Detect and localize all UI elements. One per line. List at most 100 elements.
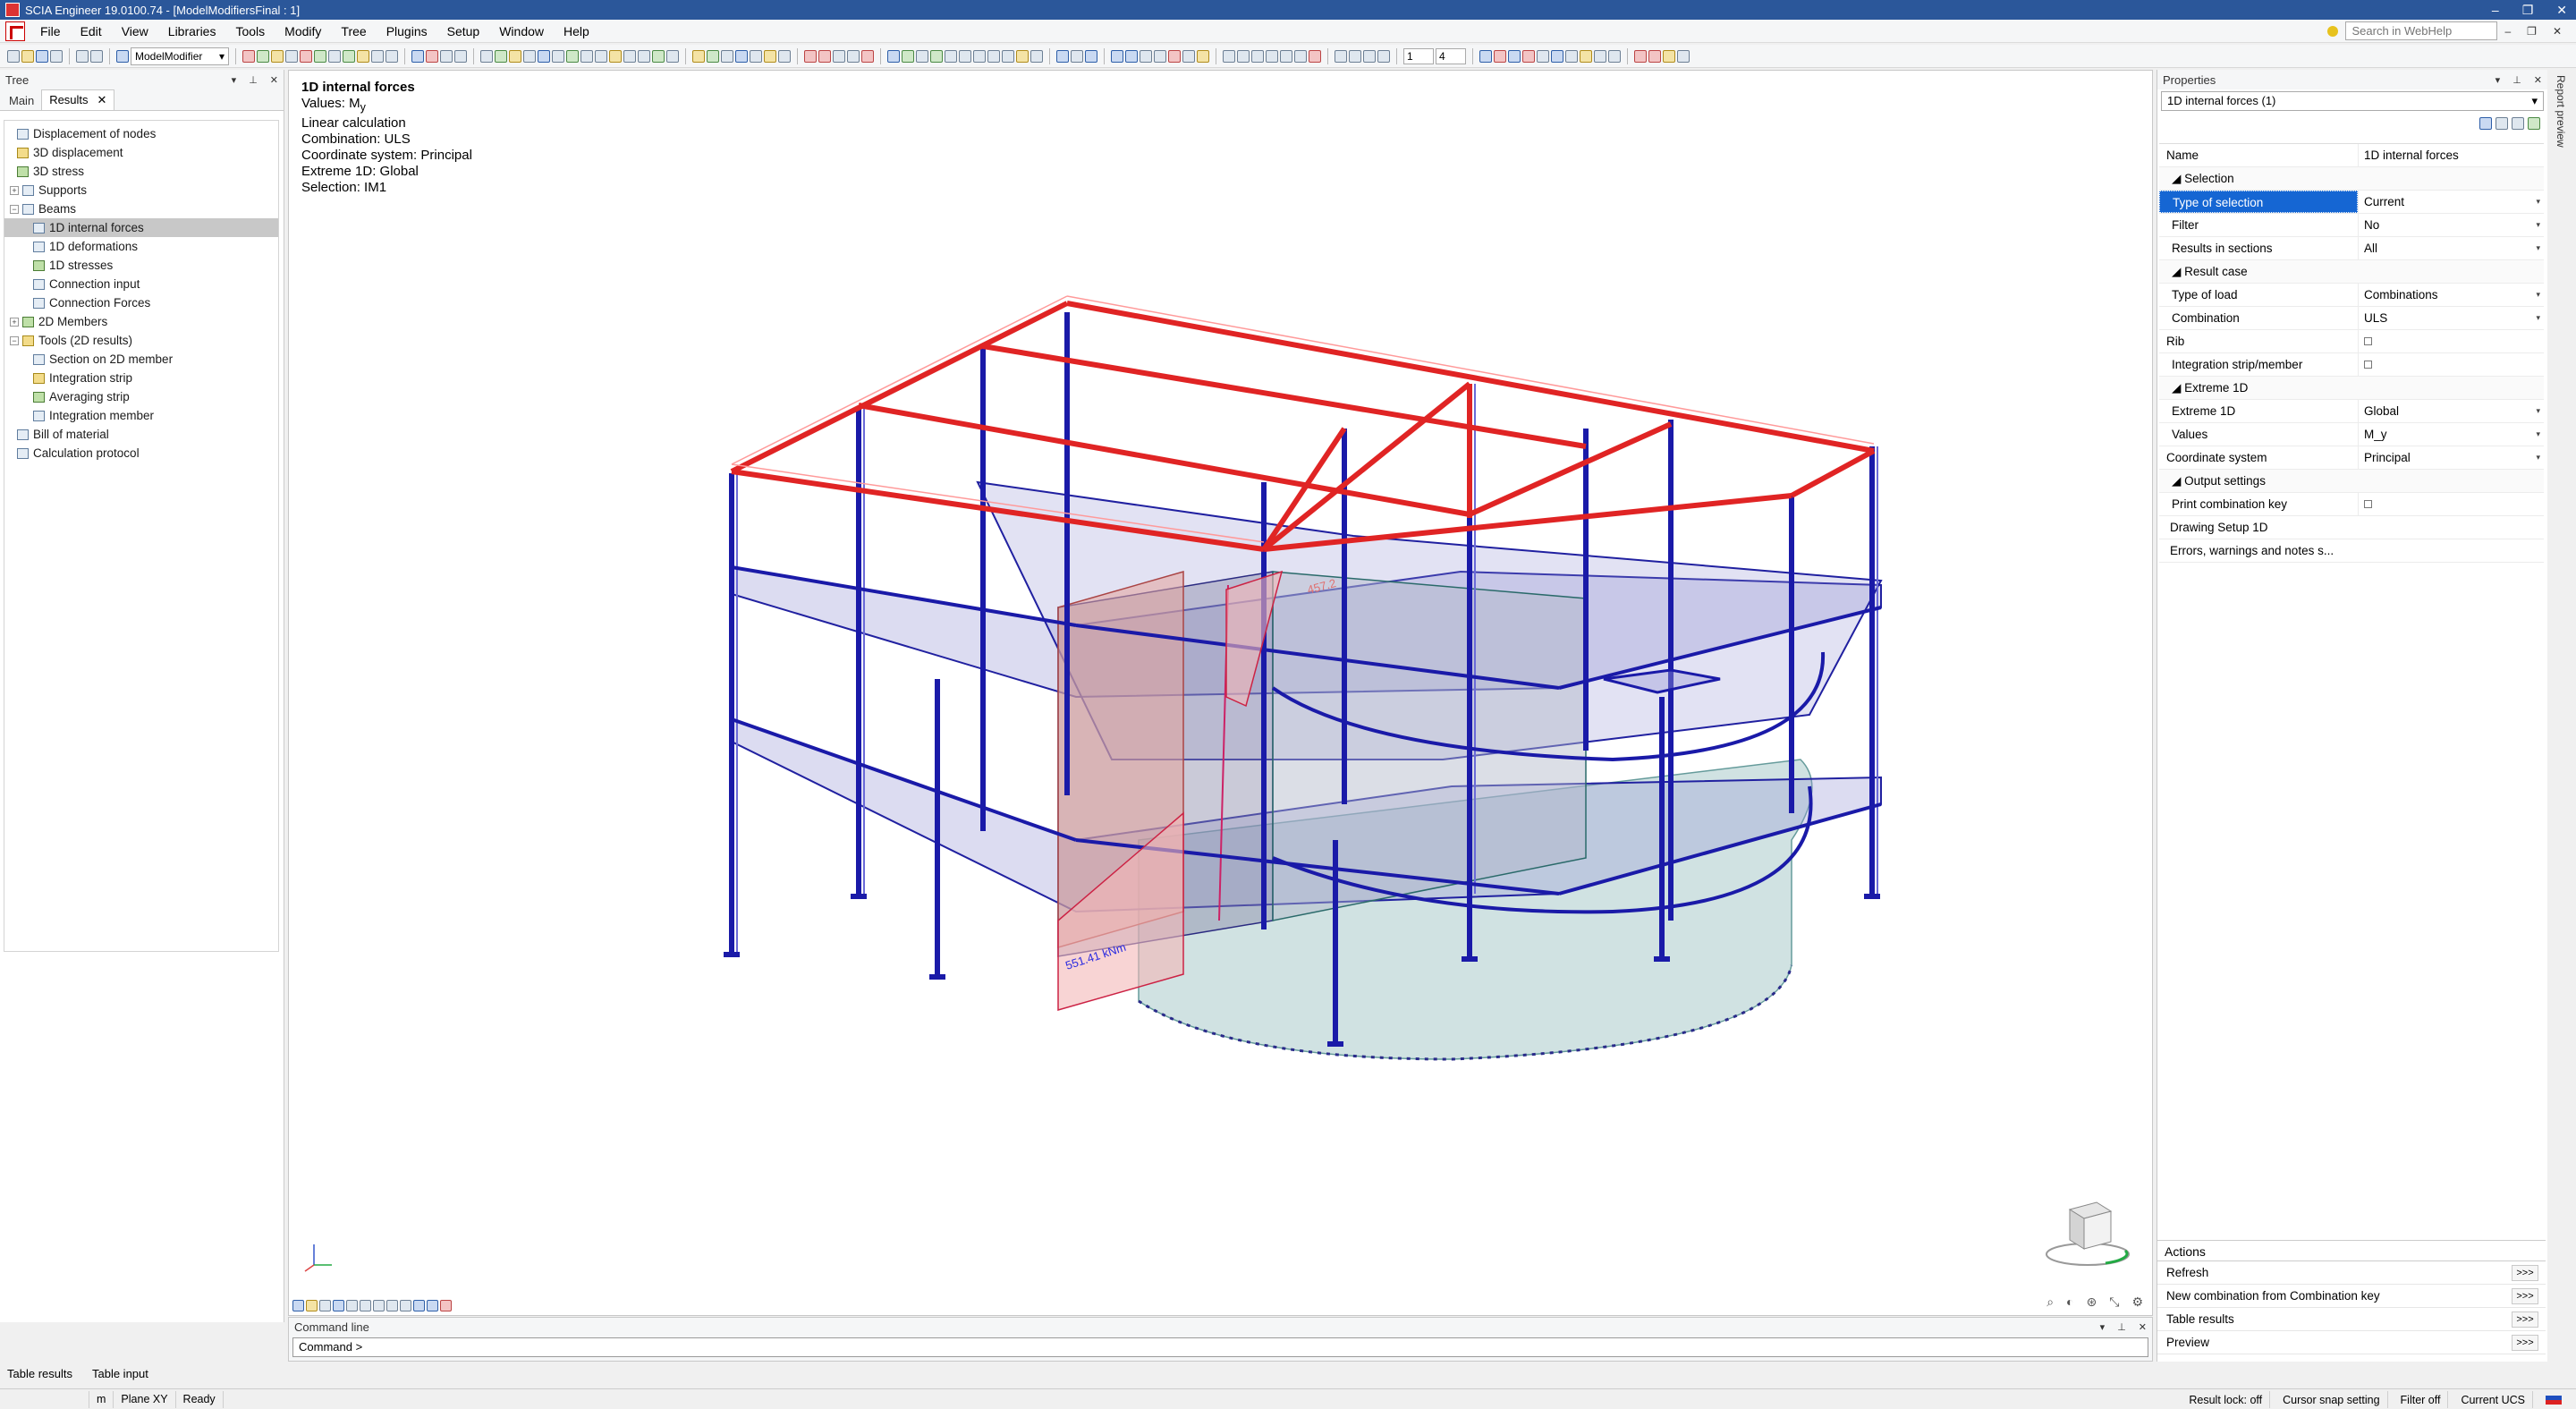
tool-icon[interactable] — [1016, 49, 1029, 63]
tool-icon[interactable] — [328, 49, 341, 63]
tool-icon[interactable] — [538, 49, 550, 63]
tool-icon[interactable] — [818, 49, 831, 63]
pin-icon[interactable]: ⊥ — [2512, 74, 2521, 86]
menu-plugins[interactable]: Plugins — [377, 24, 437, 38]
tool-icon[interactable] — [480, 49, 493, 63]
prop-row-combination[interactable]: Combination ULS ▾ — [2159, 307, 2544, 330]
tool-icon[interactable] — [1125, 49, 1138, 63]
tool-icon[interactable] — [552, 49, 564, 63]
tool-icon[interactable] — [271, 49, 284, 63]
tool-icon[interactable] — [300, 49, 312, 63]
tool-icon[interactable] — [1223, 49, 1235, 63]
action-go-button[interactable]: >>> — [2512, 1287, 2538, 1304]
tool-icon[interactable] — [707, 49, 719, 63]
tool-icon[interactable] — [1677, 49, 1690, 63]
tool-icon[interactable] — [386, 49, 398, 63]
rib-checkbox[interactable] — [2364, 337, 2372, 345]
navigation-cube-icon[interactable] — [2043, 1192, 2132, 1272]
errors-warnings-notes[interactable]: Errors, warnings and notes s... — [2159, 539, 2544, 563]
filter-icon[interactable] — [2479, 117, 2492, 130]
webhelp-search-input[interactable] — [2345, 21, 2498, 40]
tool-icon[interactable] — [764, 49, 776, 63]
refresh-icon[interactable] — [2528, 117, 2540, 130]
tree-node[interactable]: Integration strip — [4, 369, 278, 387]
tree-node[interactable]: Integration member — [4, 406, 278, 425]
tool-icon[interactable] — [1197, 49, 1209, 63]
tool-icon[interactable] — [1154, 49, 1166, 63]
vp-tool-icon[interactable] — [386, 1300, 398, 1311]
tool-icon[interactable] — [1030, 49, 1043, 63]
print-key-checkbox[interactable] — [2364, 500, 2372, 508]
tool-icon[interactable] — [1608, 49, 1621, 63]
redo-icon[interactable] — [90, 49, 103, 63]
vp-tool-icon[interactable] — [333, 1300, 344, 1311]
print-icon[interactable] — [50, 49, 63, 63]
tool-icon[interactable] — [721, 49, 733, 63]
status-plane[interactable]: Plane XY — [114, 1390, 176, 1408]
tool-icon[interactable] — [1494, 49, 1506, 63]
tool-icon[interactable] — [861, 49, 874, 63]
tool-icon[interactable] — [735, 49, 748, 63]
tool-icon[interactable] — [1071, 49, 1083, 63]
tool-icon[interactable] — [595, 49, 607, 63]
tool-icon[interactable] — [285, 49, 298, 63]
zoom-icon[interactable] — [1002, 49, 1014, 63]
menu-help[interactable]: Help — [554, 24, 599, 38]
report-preview-label[interactable]: Report preview — [2555, 75, 2567, 148]
pin-icon[interactable]: ⊥ — [249, 74, 258, 86]
tool-icon[interactable] — [1377, 49, 1390, 63]
prop-row-integration-strip[interactable]: Integration strip/member — [2159, 353, 2544, 377]
vp-tool-icon[interactable] — [319, 1300, 331, 1311]
tool-icon[interactable] — [1182, 49, 1195, 63]
tool-icon[interactable] — [1280, 49, 1292, 63]
menu-modify[interactable]: Modify — [275, 24, 331, 38]
tool-icon[interactable] — [1056, 49, 1069, 63]
prop-row-name[interactable]: Name 1D internal forces — [2159, 144, 2544, 167]
tool-icon[interactable] — [804, 49, 817, 63]
vp-tool-icon[interactable] — [292, 1300, 304, 1311]
tool-icon[interactable] — [242, 49, 255, 63]
close-button[interactable]: ✕ — [2556, 3, 2567, 18]
menu-edit[interactable]: Edit — [71, 24, 112, 38]
prop-row-coordinate-system[interactable]: Coordinate system Principal ▾ — [2159, 446, 2544, 470]
vp-tool-icon[interactable] — [413, 1300, 425, 1311]
edit-icon[interactable] — [2512, 117, 2524, 130]
vp-tool-icon[interactable] — [400, 1300, 411, 1311]
panel-close-icon[interactable]: ✕ — [270, 74, 278, 86]
tool-icon[interactable] — [426, 49, 438, 63]
minimize-button[interactable]: – — [2492, 3, 2499, 17]
menu-view[interactable]: View — [112, 24, 158, 38]
render-icon[interactable]: ◐ — [2066, 1294, 2073, 1310]
tool-icon[interactable] — [778, 49, 791, 63]
prop-row-values[interactable]: Values M_y ▾ — [2159, 423, 2544, 446]
action-new-combination[interactable]: New combination from Combination key >>> — [2157, 1285, 2546, 1308]
tool-icon[interactable] — [887, 49, 900, 63]
tree-node[interactable]: Averaging strip — [4, 387, 278, 406]
object-selector[interactable]: 1D internal forces (1) ▾ — [2161, 91, 2544, 111]
prop-row-print-combination-key[interactable]: Print combination key — [2159, 493, 2544, 516]
panel-close-icon[interactable]: ✕ — [2534, 74, 2542, 86]
settings-gear-icon[interactable]: ⚙ — [2131, 1294, 2143, 1310]
tree-node[interactable]: + Supports — [4, 181, 278, 199]
tool-icon[interactable] — [1085, 49, 1097, 63]
tool-icon[interactable] — [440, 49, 453, 63]
tool-icon[interactable] — [1479, 49, 1492, 63]
tool-icon[interactable] — [314, 49, 326, 63]
select-icon[interactable] — [411, 49, 424, 63]
section-output-settings[interactable]: ◢ Output settings — [2159, 470, 2544, 493]
menu-tree[interactable]: Tree — [331, 24, 376, 38]
restore-button[interactable]: ❐ — [2522, 3, 2534, 18]
tool-icon[interactable] — [666, 49, 679, 63]
tool-icon[interactable] — [1294, 49, 1307, 63]
tool-icon[interactable] — [1565, 49, 1578, 63]
tree-node[interactable]: Displacement of nodes — [4, 124, 278, 143]
zoom-icon[interactable] — [987, 49, 1000, 63]
open-file-icon[interactable] — [21, 49, 34, 63]
view-toggle-icon[interactable] — [116, 49, 129, 63]
new-file-icon[interactable] — [7, 49, 20, 63]
tool-icon[interactable] — [509, 49, 521, 63]
pin-icon[interactable]: ⊥ — [2117, 1321, 2126, 1333]
section-selection[interactable]: ◢ Selection — [2159, 167, 2544, 191]
status-filter[interactable]: Filter off — [2394, 1391, 2449, 1408]
vp-tool-icon[interactable] — [373, 1300, 385, 1311]
